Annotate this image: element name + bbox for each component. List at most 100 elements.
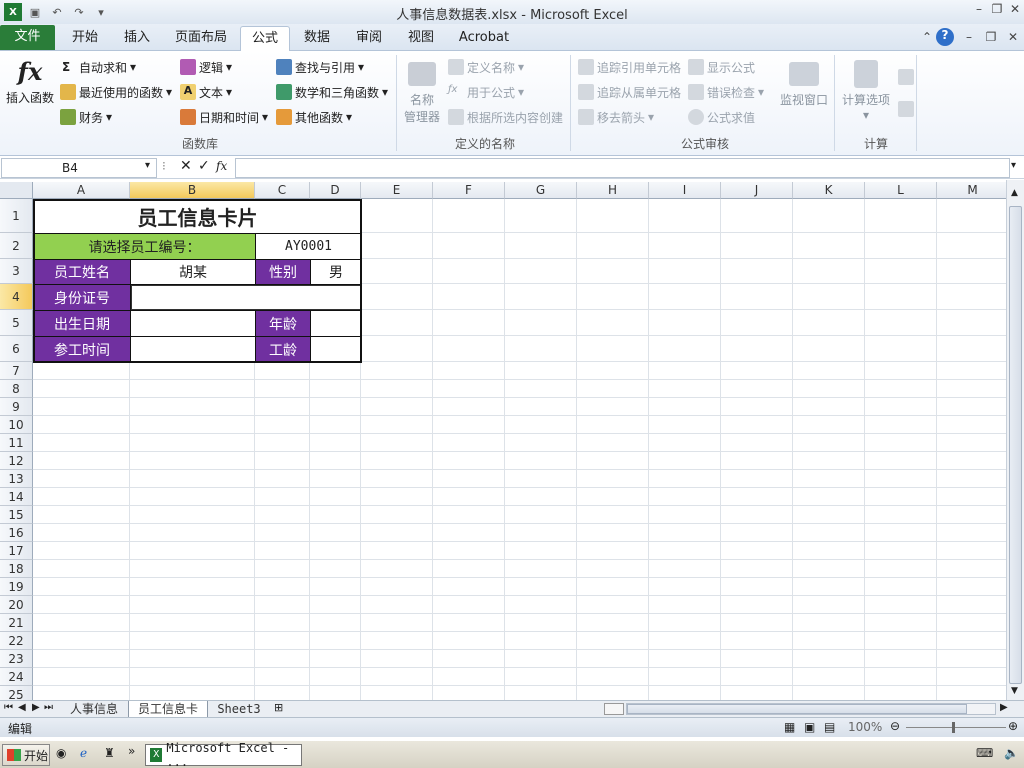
last-sheet-icon[interactable]: ⏭ — [44, 702, 53, 713]
error-checking-button[interactable]: 错误检查 ▾ — [688, 82, 764, 102]
scroll-right-icon[interactable]: ▶ — [1000, 702, 1008, 713]
age-value[interactable] — [311, 311, 361, 336]
math-trig-button[interactable]: 数学和三角函数 ▾ — [276, 82, 388, 102]
row-header[interactable]: 4 — [0, 284, 33, 310]
column-header[interactable]: A — [33, 182, 130, 199]
row-header[interactable]: 6 — [0, 336, 33, 362]
horizontal-scroll-thumb[interactable] — [627, 704, 967, 714]
sheet-tab-employee-card[interactable]: 员工信息卡 — [128, 701, 208, 717]
app-icon[interactable]: ♜ — [104, 746, 115, 760]
row-header[interactable]: 16 — [0, 524, 33, 542]
first-sheet-icon[interactable]: ⏮ — [4, 702, 13, 713]
calc-now-icon[interactable] — [898, 69, 914, 85]
text-button[interactable]: A 文本 ▾ — [180, 82, 232, 102]
more-launch-icon[interactable]: » — [128, 744, 135, 758]
id-number-value[interactable] — [131, 285, 361, 310]
card-title[interactable]: 员工信息卡片 — [34, 200, 361, 233]
column-header[interactable]: I — [649, 182, 721, 199]
show-formulas-button[interactable]: 显示公式 — [688, 57, 755, 77]
row-header[interactable]: 12 — [0, 452, 33, 470]
zoom-level[interactable]: 100% — [848, 720, 882, 734]
lookup-button[interactable]: 查找与引用 ▾ — [276, 57, 364, 77]
column-header[interactable]: K — [793, 182, 865, 199]
keyboard-icon[interactable]: ⌨ — [976, 746, 993, 760]
name-label[interactable]: 员工姓名 — [34, 260, 130, 284]
page-break-view-icon[interactable]: ▤ — [824, 720, 835, 734]
define-name-button[interactable]: 定义名称 ▾ — [448, 57, 524, 77]
insert-fx-icon[interactable]: fx — [216, 159, 227, 173]
row-header[interactable]: 14 — [0, 488, 33, 506]
horizontal-scrollbar[interactable] — [626, 703, 996, 715]
worksheet-grid[interactable]: ABCDEFGHIJKLM 1 2 3 4 5 6 7 8 9 10 11 12 13 14 15 16 17 1… — [0, 182, 1006, 700]
work-start-value[interactable] — [131, 337, 255, 362]
insert-function-button[interactable]: fx 插入函数 — [4, 57, 56, 106]
birth-date-value[interactable] — [131, 311, 255, 336]
row-header[interactable]: 18 — [0, 560, 33, 578]
row-header[interactable]: 1 — [0, 199, 33, 233]
column-header[interactable]: D — [310, 182, 361, 199]
wb-close-icon[interactable]: ✕ — [1004, 30, 1022, 44]
close-icon[interactable]: ✕ — [1006, 2, 1024, 16]
column-header[interactable]: C — [255, 182, 310, 199]
help-icon[interactable]: ? — [936, 28, 954, 46]
logical-button[interactable]: 逻辑 ▾ — [180, 57, 232, 77]
tab-file[interactable]: 文件 — [0, 25, 55, 50]
name-box-dropdown-icon[interactable]: ▾ — [145, 160, 150, 171]
calc-sheet-icon[interactable] — [898, 101, 914, 117]
recent-functions-button[interactable]: 最近使用的函数 ▾ — [60, 82, 172, 102]
vertical-scrollbar[interactable]: ▲ ▼ — [1006, 180, 1024, 700]
row-header[interactable]: 23 — [0, 650, 33, 668]
minimize-icon[interactable]: – — [970, 2, 988, 16]
column-header[interactable]: J — [721, 182, 793, 199]
row-header[interactable]: 11 — [0, 434, 33, 452]
column-header[interactable]: B — [130, 182, 255, 199]
column-header[interactable]: H — [577, 182, 649, 199]
trace-dependents-button[interactable]: 追踪从属单元格 — [578, 82, 681, 102]
row-header[interactable]: 21 — [0, 614, 33, 632]
enter-check-icon[interactable]: ✓ — [198, 158, 210, 174]
select-employee-label[interactable]: 请选择员工编号： — [34, 234, 255, 259]
create-from-selection-button[interactable]: 根据所选内容创建 — [448, 107, 563, 127]
taskbar-item-excel[interactable]: X Microsoft Excel - ... — [145, 741, 302, 768]
financial-button[interactable]: 财务 ▾ — [60, 107, 112, 127]
column-header[interactable]: G — [505, 182, 577, 199]
gender-value[interactable]: 男 — [311, 260, 361, 284]
autosum-button[interactable]: Σ 自动求和 ▾ — [62, 57, 136, 77]
row-header[interactable]: 19 — [0, 578, 33, 596]
tab-review[interactable]: 审阅 — [346, 26, 392, 51]
row-header[interactable]: 2 — [0, 233, 33, 259]
wb-restore-icon[interactable]: ❐ — [982, 30, 1000, 44]
column-header[interactable]: E — [361, 182, 433, 199]
normal-view-icon[interactable]: ▦ — [784, 720, 795, 734]
wb-minimize-icon[interactable]: – — [960, 30, 978, 44]
tab-data[interactable]: 数据 — [294, 26, 340, 51]
zoom-in-icon[interactable]: ⊕ — [1008, 719, 1018, 733]
tab-acrobat[interactable]: Acrobat — [452, 26, 516, 51]
row-header[interactable]: 8 — [0, 380, 33, 398]
row-header[interactable]: 17 — [0, 542, 33, 560]
zoom-slider-thumb[interactable] — [952, 722, 955, 733]
remove-arrows-button[interactable]: 移去箭头 ▾ — [578, 107, 654, 127]
row-header[interactable]: 24 — [0, 668, 33, 686]
row-header[interactable]: 15 — [0, 506, 33, 524]
tab-split-handle[interactable] — [604, 703, 624, 715]
row-header[interactable]: 10 — [0, 416, 33, 434]
tab-home[interactable]: 开始 — [60, 26, 110, 51]
tab-formulas[interactable]: 公式 — [240, 26, 290, 51]
page-layout-view-icon[interactable]: ▣ — [804, 720, 815, 734]
scroll-down-icon[interactable]: ▼ — [1011, 686, 1018, 696]
row-header[interactable]: 3 — [0, 259, 33, 284]
next-sheet-icon[interactable]: ▶ — [32, 702, 40, 713]
row-header[interactable]: 20 — [0, 596, 33, 614]
column-header[interactable]: M — [937, 182, 1006, 199]
employee-id-cell[interactable]: AY0001 — [256, 234, 361, 259]
row-header[interactable]: 13 — [0, 470, 33, 488]
vertical-scroll-thumb[interactable] — [1009, 206, 1022, 684]
tab-insert[interactable]: 插入 — [112, 26, 162, 51]
age-label[interactable]: 年龄 — [256, 311, 310, 336]
select-all-corner[interactable] — [0, 182, 33, 199]
row-header[interactable]: 25 — [0, 686, 33, 700]
expand-formula-bar-icon[interactable]: ▾ — [1011, 160, 1016, 171]
sheet-tab-hr-info[interactable]: 人事信息 — [62, 701, 126, 717]
restore-icon[interactable]: ❐ — [988, 2, 1006, 16]
